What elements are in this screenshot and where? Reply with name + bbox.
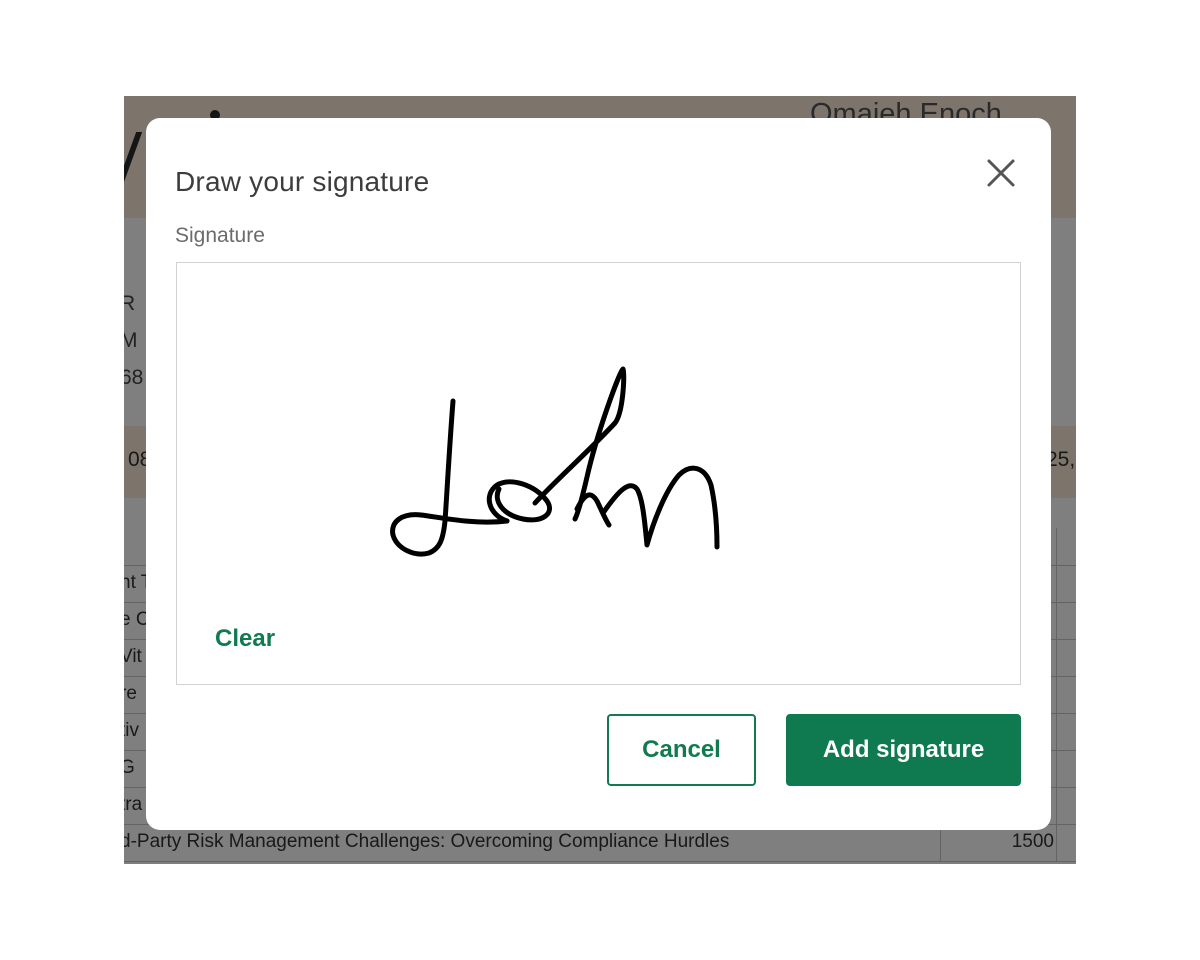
signature-dialog: Draw your signature Signature Clear Canc… <box>146 118 1051 830</box>
dialog-title: Draw your signature <box>175 166 430 197</box>
clear-button[interactable]: Clear <box>215 625 275 653</box>
cancel-button[interactable]: Cancel <box>607 714 756 786</box>
close-icon[interactable] <box>982 154 1020 192</box>
signature-drawing <box>390 366 720 557</box>
signature-canvas[interactable]: Clear <box>176 262 1021 685</box>
add-signature-button[interactable]: Add signature <box>786 714 1021 786</box>
signature-field-label: Signature <box>175 224 265 247</box>
